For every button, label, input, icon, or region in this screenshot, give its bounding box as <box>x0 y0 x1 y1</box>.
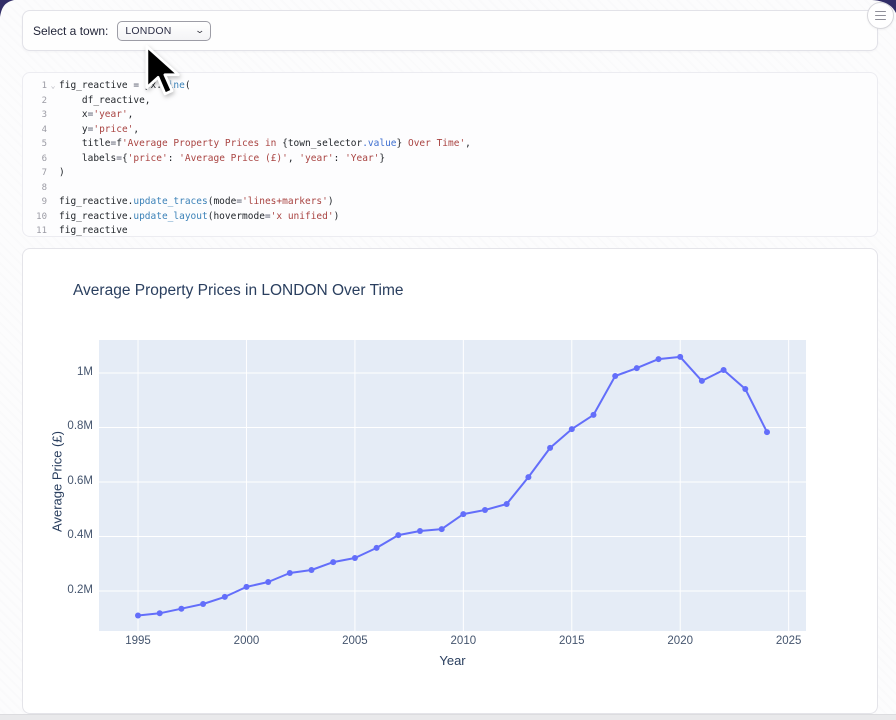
code-text: fig_reactive <box>59 224 877 239</box>
data-point-marker <box>330 559 336 565</box>
line-number: 2 <box>23 94 47 109</box>
code-text: y='price', <box>59 123 877 138</box>
line-number: 9 <box>23 195 47 210</box>
data-point-marker <box>244 584 250 590</box>
data-point-marker <box>569 426 575 432</box>
gutter-spacer <box>47 108 59 123</box>
code-line[interactable]: 10 fig_reactive.update_layout(hovermode='… <box>23 210 877 225</box>
gutter-spacer <box>47 152 59 167</box>
code-line[interactable]: 3 x='year', <box>23 108 877 123</box>
code-text: title=f'Average Property Prices in {town… <box>59 137 877 152</box>
chart-title: Average Property Prices in LONDON Over T… <box>73 282 404 300</box>
x-tick-label: 2015 <box>550 635 594 647</box>
data-point-marker <box>721 367 727 373</box>
data-point-marker <box>200 601 206 607</box>
data-point-marker <box>547 445 553 451</box>
data-point-marker <box>591 412 597 418</box>
data-point-marker <box>157 610 163 616</box>
x-tick-label: 1995 <box>116 635 160 647</box>
gutter-spacer <box>47 94 59 109</box>
code-editor[interactable]: 1⌄fig_reactive = px.line(2 df_reactive,3… <box>23 79 877 239</box>
code-line[interactable]: 11 fig_reactive <box>23 224 877 239</box>
data-point-marker <box>222 594 228 600</box>
x-tick-label: 2020 <box>658 635 702 647</box>
data-point-marker <box>352 555 358 561</box>
code-text: x='year', <box>59 108 877 123</box>
data-point-marker <box>374 545 380 551</box>
data-point-marker <box>287 570 293 576</box>
cell-menu-button[interactable] <box>867 2 894 29</box>
gutter-spacer <box>47 210 59 225</box>
line-number: 3 <box>23 108 47 123</box>
data-point-marker <box>135 613 141 619</box>
y-axis-title: Average Price (£) <box>50 372 65 592</box>
code-text <box>59 181 877 196</box>
line-number: 7 <box>23 166 47 181</box>
code-text: fig_reactive = px.line( <box>59 79 877 94</box>
x-tick-label: 2025 <box>767 635 811 647</box>
data-point-marker <box>265 579 271 585</box>
gutter-spacer <box>47 195 59 210</box>
data-point-marker <box>504 501 510 507</box>
data-point-marker <box>677 354 683 360</box>
x-tick-label: 2010 <box>441 635 485 647</box>
x-tick-label: 2000 <box>224 635 268 647</box>
code-text: fig_reactive.update_traces(mode='lines+m… <box>59 195 877 210</box>
data-point-marker <box>634 365 640 371</box>
code-line[interactable]: 7) <box>23 166 877 181</box>
fold-chevron-icon[interactable]: ⌄ <box>47 79 59 94</box>
code-text: ) <box>59 166 877 181</box>
data-point-marker <box>178 606 184 612</box>
data-point-marker <box>439 526 445 532</box>
data-point-marker <box>395 532 401 538</box>
gutter-spacer <box>47 224 59 239</box>
code-text: fig_reactive.update_layout(hovermode='x … <box>59 210 877 225</box>
town-selector-value: LONDON <box>125 25 171 37</box>
line-number: 4 <box>23 123 47 138</box>
hamburger-icon <box>875 11 886 13</box>
data-point-marker <box>525 474 531 480</box>
data-point-marker <box>309 567 315 573</box>
data-point-marker <box>417 528 423 534</box>
data-point-marker <box>742 386 748 392</box>
line-number: 11 <box>23 224 47 239</box>
gutter-spacer <box>47 166 59 181</box>
line-number: 5 <box>23 137 47 152</box>
page-corner-decoration <box>0 0 16 17</box>
gutter-spacer <box>47 181 59 196</box>
data-point-marker <box>699 378 705 384</box>
line-number: 10 <box>23 210 47 225</box>
chevron-down-icon: ⌄ <box>194 25 205 36</box>
town-selector-label: Select a town: <box>33 24 108 38</box>
data-point-marker <box>460 511 466 517</box>
data-point-marker <box>656 356 662 362</box>
town-selector-dropdown[interactable]: LONDON ⌄ <box>117 21 211 41</box>
plot-area[interactable] <box>99 340 806 631</box>
mouse-cursor-icon <box>144 45 181 102</box>
code-text: labels={'price': 'Average Price (£)', 'y… <box>59 152 877 167</box>
code-text: df_reactive, <box>59 94 877 109</box>
code-line[interactable]: 4 y='price', <box>23 123 877 138</box>
line-number: 6 <box>23 152 47 167</box>
x-tick-label: 2005 <box>333 635 377 647</box>
data-point-marker <box>612 373 618 379</box>
horizontal-scrollbar-track[interactable] <box>0 714 896 720</box>
chart-output-cell: Average Property Prices in LONDON Over T… <box>22 248 878 714</box>
x-axis-title: Year <box>99 653 806 668</box>
code-line[interactable]: 5 title=f'Average Property Prices in {to… <box>23 137 877 152</box>
gutter-spacer <box>47 123 59 138</box>
code-line[interactable]: 6 labels={'price': 'Average Price (£)', … <box>23 152 877 167</box>
line-number: 1 <box>23 79 47 94</box>
price-line-series <box>99 340 806 631</box>
code-line[interactable]: 8 <box>23 181 877 196</box>
data-point-marker <box>482 507 488 513</box>
data-point-marker <box>764 429 770 435</box>
line-number: 8 <box>23 181 47 196</box>
gutter-spacer <box>47 137 59 152</box>
code-line[interactable]: 9 fig_reactive.update_traces(mode='lines+… <box>23 195 877 210</box>
